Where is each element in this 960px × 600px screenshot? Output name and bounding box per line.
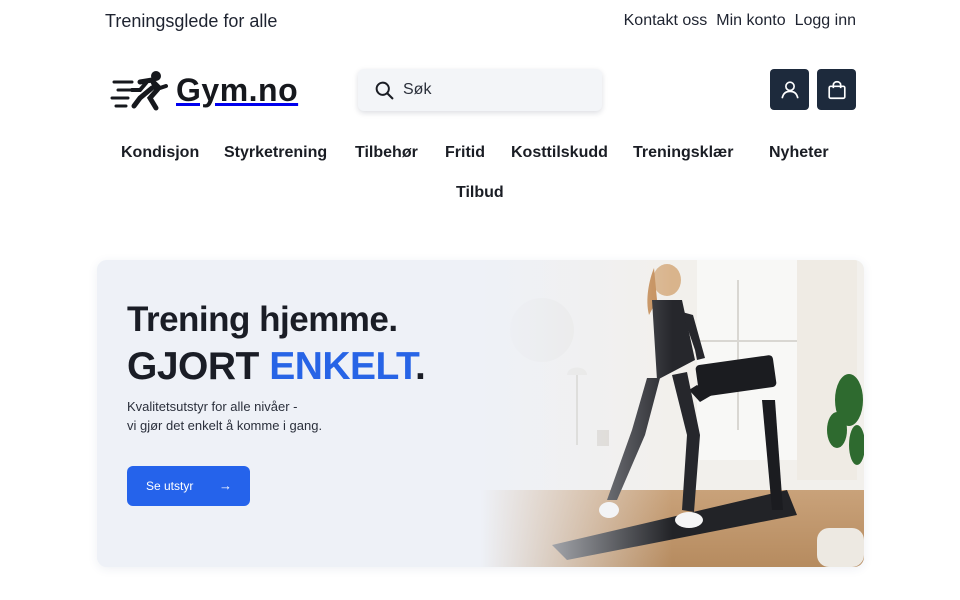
account-button[interactable]	[770, 69, 809, 110]
logo[interactable]: Gym.no	[110, 68, 320, 112]
hero-subtitle-line2: vi gjør det enkelt å komme i gang.	[127, 418, 323, 433]
nav-item-tilbehor[interactable]: Tilbehør	[355, 144, 418, 162]
arrow-right-icon: →	[219, 478, 232, 493]
nav-item-nyheter[interactable]: Nyheter	[769, 144, 829, 162]
account-icon	[780, 80, 799, 98]
hero-title-line2: GJORT ENKELT.	[127, 345, 426, 389]
search-box[interactable]	[358, 69, 602, 111]
contact-link[interactable]: Kontakt oss	[624, 12, 708, 30]
top-bar: Treningsglede for alle Kontakt oss Min k…	[0, 0, 960, 44]
hero-banner: Trening hjemme. GJORT ENKELT. Kvalitetsu…	[97, 260, 864, 567]
utility-links: Kontakt oss Min konto Logg inn	[624, 12, 856, 30]
search-input[interactable]	[403, 81, 583, 99]
my-account-link[interactable]: Min konto	[716, 12, 785, 30]
see-equipment-button[interactable]: Se utstyr →	[127, 466, 250, 506]
shopping-bag-icon	[827, 80, 846, 99]
search-icon	[375, 81, 394, 99]
hero-subtitle-line1: Kvalitetsutstyr for alle nivåer -	[127, 399, 298, 414]
running-man-icon	[110, 71, 168, 111]
cta-label: Se utstyr	[146, 479, 194, 493]
hero-title-accent: ENKELT	[269, 345, 415, 388]
nav-item-tilbud[interactable]: Tilbud	[456, 184, 504, 202]
nav-item-fritid[interactable]: Fritid	[445, 144, 485, 162]
hero-title: Trening hjemme.	[127, 300, 398, 339]
cart-button[interactable]	[817, 69, 856, 110]
nav-item-treningsklaer[interactable]: Treningsklær	[633, 144, 733, 162]
nav-item-styrketrening[interactable]: Styrketrening	[224, 144, 327, 162]
nav-item-kosttilskudd[interactable]: Kosttilskudd	[511, 144, 608, 162]
hero-subtitle: Kvalitetsutstyr for alle nivåer - vi gjø…	[127, 397, 387, 435]
login-link[interactable]: Logg inn	[795, 12, 856, 30]
nav-item-kondisjon[interactable]: Kondisjon	[121, 144, 199, 162]
logo-text: Gym.no	[176, 71, 299, 108]
hero-title-prefix: GJORT	[127, 345, 270, 388]
tagline: Treningsglede for alle	[105, 11, 278, 31]
hero-title-suffix: .	[414, 345, 426, 388]
